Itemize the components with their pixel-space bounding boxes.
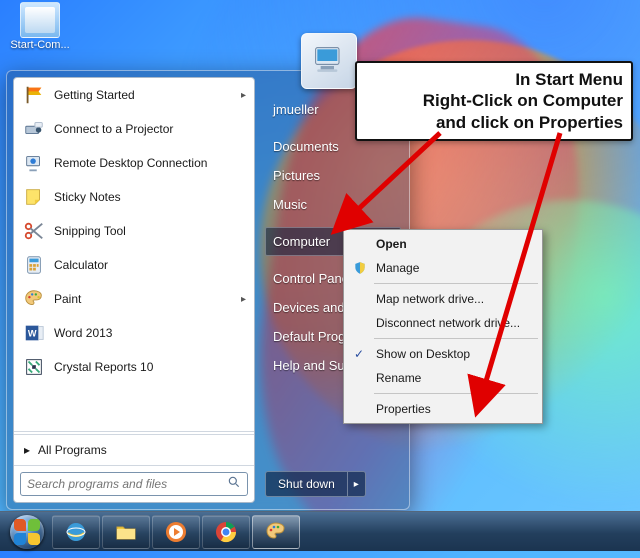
computer-icon — [309, 41, 349, 81]
divider — [374, 338, 538, 339]
divider — [374, 283, 538, 284]
sticky-note-icon — [22, 185, 46, 209]
callout-line: Right-Click on Computer — [365, 90, 623, 111]
right-item-music[interactable]: Music — [265, 190, 401, 219]
desktop-shortcut[interactable]: Start-Com... — [4, 2, 76, 51]
program-rdp[interactable]: Remote Desktop Connection — [14, 146, 254, 180]
shutdown-button[interactable]: Shut down — [265, 471, 348, 497]
remote-desktop-icon — [22, 151, 46, 175]
word-icon: W — [22, 321, 46, 345]
projector-icon — [22, 117, 46, 141]
cm-rename[interactable]: Rename — [346, 366, 540, 390]
program-label: Paint — [54, 292, 81, 306]
taskbar-explorer[interactable] — [102, 515, 150, 549]
taskbar-media-player[interactable] — [152, 515, 200, 549]
shutdown-group: Shut down ▸ — [265, 471, 401, 497]
program-label: Word 2013 — [54, 326, 112, 340]
chevron-right-icon: ▸ — [24, 443, 30, 457]
cm-open[interactable]: Open — [346, 232, 540, 256]
program-word[interactable]: W Word 2013 — [14, 316, 254, 350]
callout-line: In Start Menu — [365, 69, 623, 90]
folder-icon — [114, 520, 138, 544]
cm-disconnect-drive[interactable]: Disconnect network drive... — [346, 311, 540, 335]
program-label: Getting Started — [54, 88, 135, 102]
palette-icon — [22, 287, 46, 311]
program-sticky-notes[interactable]: Sticky Notes — [14, 180, 254, 214]
start-menu-left-pane: Getting Started ▸ Connect to a Projector… — [13, 77, 255, 503]
divider — [14, 431, 254, 432]
cm-manage[interactable]: Manage — [346, 256, 540, 280]
shortcut-icon — [20, 2, 60, 38]
program-paint[interactable]: Paint ▸ — [14, 282, 254, 316]
start-button[interactable] — [4, 514, 50, 550]
context-menu: Open Manage Map network drive... Disconn… — [343, 229, 543, 424]
callout-line: and click on Properties — [365, 112, 623, 133]
check-icon: ✓ — [354, 347, 364, 361]
program-calculator[interactable]: Calculator — [14, 248, 254, 282]
search-container — [14, 465, 254, 502]
search-icon — [227, 475, 241, 494]
program-label: Sticky Notes — [54, 190, 121, 204]
program-label: Connect to a Projector — [54, 122, 173, 136]
program-label: Snipping Tool — [54, 224, 126, 238]
ie-icon — [64, 520, 88, 544]
search-input[interactable] — [27, 477, 227, 491]
taskbar-ie[interactable] — [52, 515, 100, 549]
taskbar — [0, 511, 640, 551]
search-box[interactable] — [20, 472, 248, 496]
program-getting-started[interactable]: Getting Started ▸ — [14, 78, 254, 112]
windows-orb-icon — [10, 515, 44, 549]
chevron-right-icon: ▸ — [241, 294, 246, 305]
media-player-icon — [164, 520, 188, 544]
program-snipping-tool[interactable]: Snipping Tool — [14, 214, 254, 248]
shutdown-options-button[interactable]: ▸ — [348, 471, 366, 497]
svg-text:W: W — [28, 329, 37, 339]
cm-properties[interactable]: Properties — [346, 397, 540, 421]
divider — [374, 393, 538, 394]
palette-icon — [264, 520, 288, 544]
cm-show-desktop[interactable]: ✓Show on Desktop — [346, 342, 540, 366]
scissors-icon — [22, 219, 46, 243]
program-label: Remote Desktop Connection — [54, 156, 207, 170]
chevron-right-icon: ▸ — [241, 90, 246, 101]
taskbar-paint[interactable] — [252, 515, 300, 549]
program-projector[interactable]: Connect to a Projector — [14, 112, 254, 146]
cm-map-drive[interactable]: Map network drive... — [346, 287, 540, 311]
right-item-pictures[interactable]: Pictures — [265, 161, 401, 190]
all-programs[interactable]: ▸ All Programs — [14, 434, 254, 465]
all-programs-label: All Programs — [38, 443, 107, 457]
program-label: Crystal Reports 10 — [54, 360, 153, 374]
program-crystal-reports[interactable]: Crystal Reports 10 — [14, 350, 254, 384]
annotation-callout: In Start Menu Right-Click on Computer an… — [355, 61, 633, 141]
calculator-icon — [22, 253, 46, 277]
shortcut-label: Start-Com... — [4, 39, 76, 51]
user-avatar[interactable] — [301, 33, 357, 89]
program-label: Calculator — [54, 258, 108, 272]
chrome-icon — [214, 520, 238, 544]
shield-icon — [352, 260, 368, 276]
flag-icon — [22, 83, 46, 107]
taskbar-chrome[interactable] — [202, 515, 250, 549]
recent-programs-list: Getting Started ▸ Connect to a Projector… — [14, 78, 254, 429]
crystal-reports-icon — [22, 355, 46, 379]
